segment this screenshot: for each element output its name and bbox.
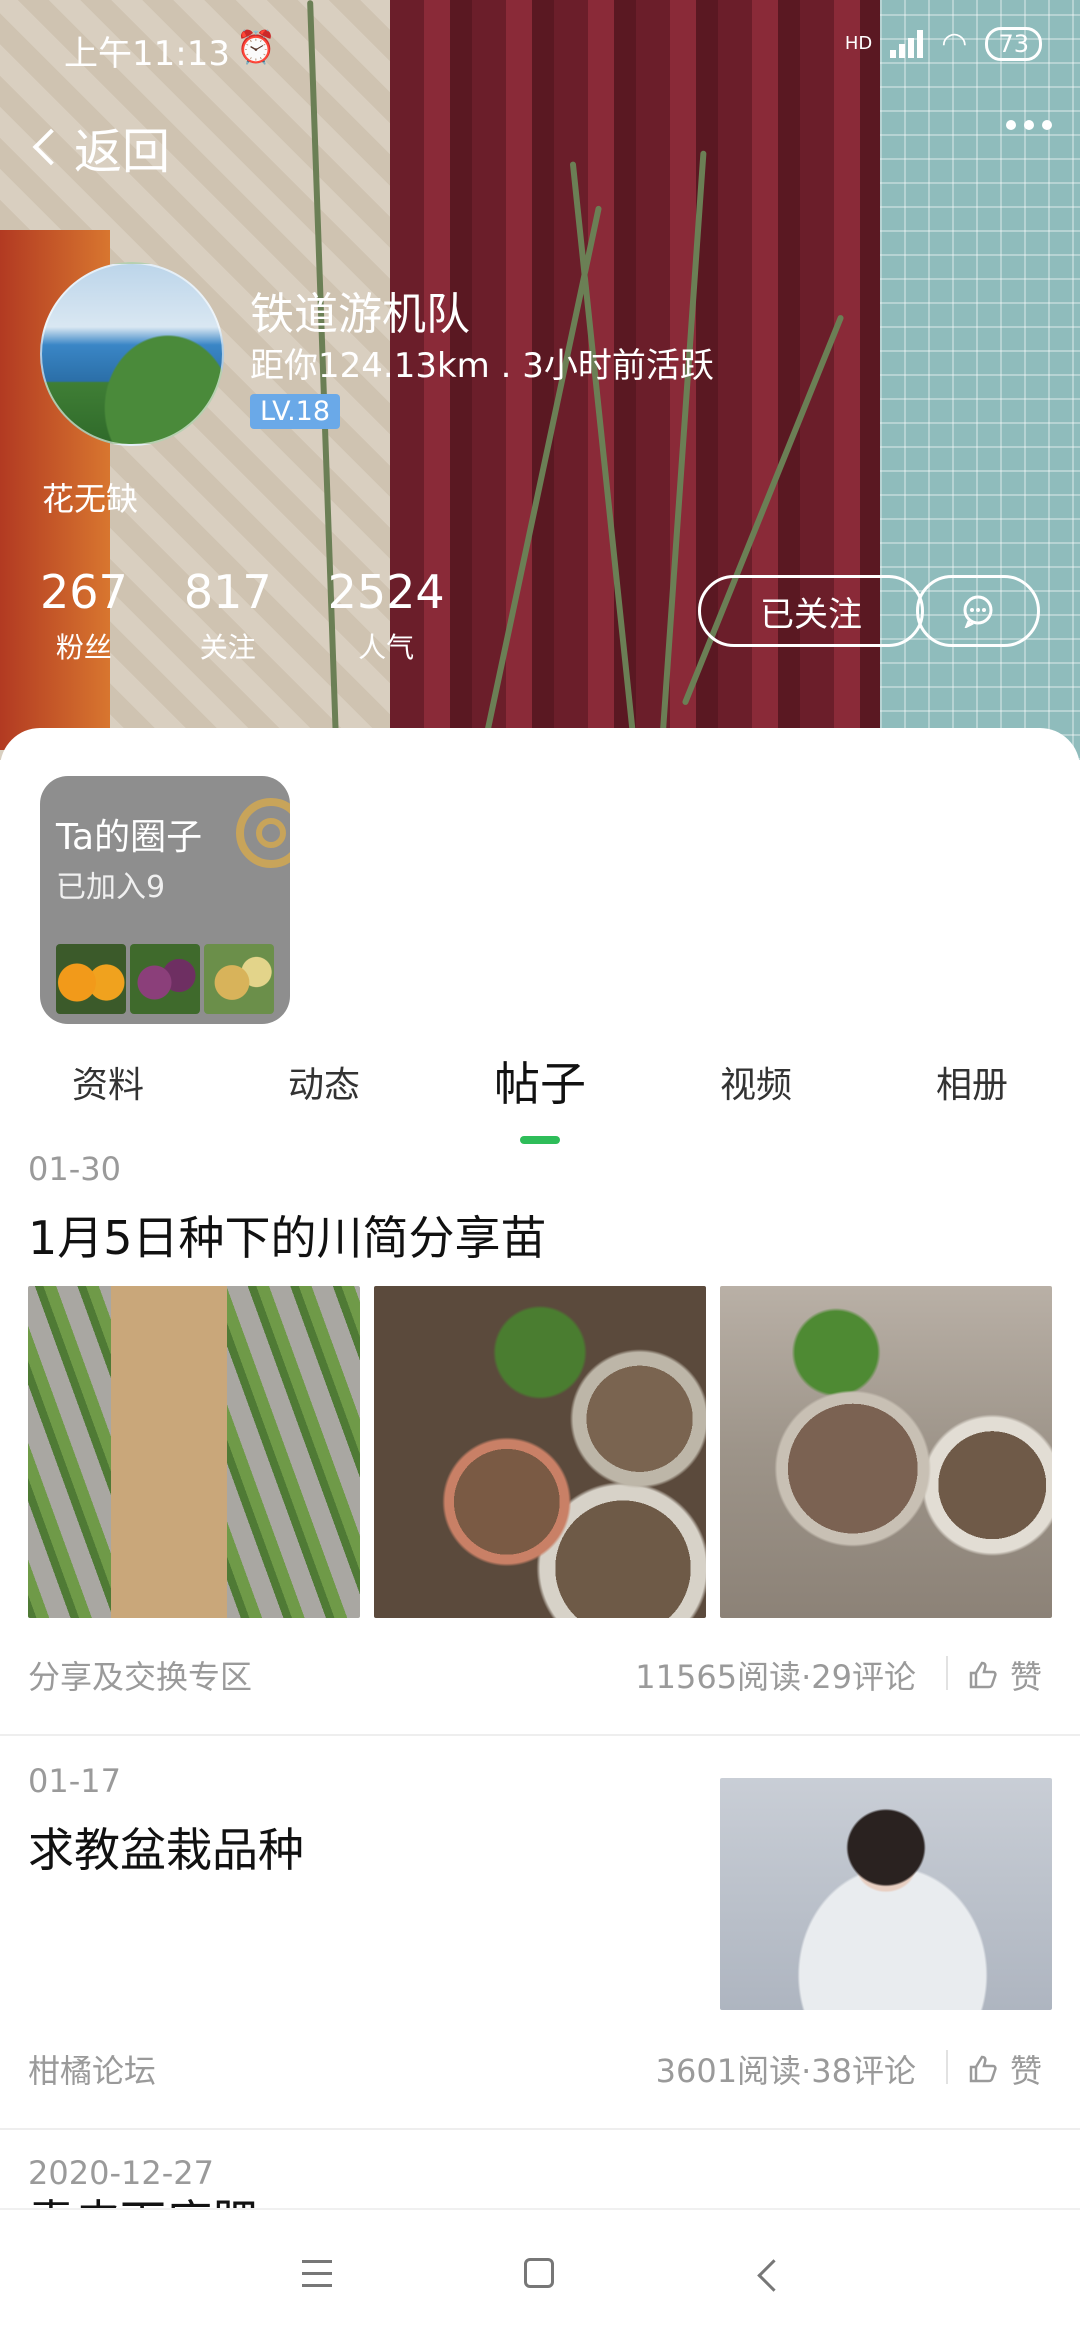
back-button[interactable]: 返回 — [28, 112, 170, 182]
home-icon[interactable] — [524, 2258, 554, 2288]
stat-label: 粉丝 — [55, 631, 112, 664]
profile-header: 上午11:13 ⏰ HD ◠ 73 返回 铁道游机队 距你124.13km . … — [0, 0, 1080, 760]
like-label: 赞 — [1010, 2052, 1043, 2090]
circle-card[interactable]: Ta的圈子 已加入9 — [40, 776, 290, 1024]
stat-value: 2524 — [327, 565, 445, 619]
stat-popularity: 2524 人气 — [328, 564, 445, 666]
post-title: 求教盆栽品种 — [28, 1823, 304, 1877]
back-label: 返回 — [74, 124, 171, 180]
back-icon[interactable] — [757, 2259, 790, 2292]
tab-albums[interactable]: 相册 — [936, 1056, 1008, 1108]
divider — [0, 2128, 1080, 2130]
divider — [0, 1734, 1080, 1736]
signal-icon — [890, 29, 924, 58]
stat-label: 人气 — [358, 631, 415, 664]
post-date: 01-30 — [28, 1150, 121, 1188]
post-stats: 3601阅读·38评论 — [655, 2052, 916, 2090]
alarm-icon: ⏰ — [236, 28, 276, 66]
status-time: 上午11:13 — [64, 34, 230, 74]
divider — [946, 1656, 948, 1690]
post-photo[interactable] — [720, 1778, 1052, 2010]
wifi-icon: ◠ — [941, 26, 968, 61]
tab-videos[interactable]: 视频 — [720, 1056, 792, 1108]
like-button[interactable]: 赞 — [968, 1652, 1042, 1698]
profile-tabs: 资料 动态 帖子 视频 相册 — [0, 1056, 1080, 1144]
circle-joined-count: 已加入9 — [56, 870, 166, 905]
stat-followers[interactable]: 267 粉丝 — [40, 564, 128, 666]
post-photo[interactable] — [28, 1286, 360, 1618]
stat-following[interactable]: 817 关注 — [184, 564, 272, 666]
user-meta: 距你124.13km . 3小时前活跃 — [250, 346, 714, 386]
status-bar: 上午11:13 ⏰ HD ◠ 73 — [0, 0, 1080, 96]
network-type-label: HD — [844, 33, 873, 54]
more-options-icon[interactable] — [1006, 120, 1052, 130]
stat-label: 关注 — [199, 631, 256, 664]
tab-activity[interactable]: 动态 — [288, 1056, 360, 1108]
post-date: 01-17 — [28, 1762, 121, 1800]
menu-icon[interactable] — [302, 2260, 332, 2288]
circle-thumbnail — [130, 944, 200, 1014]
circle-thumbnails — [56, 944, 274, 1014]
post-forum[interactable]: 分享及交换专区 — [28, 1652, 252, 1698]
level-badge: LV.18 — [250, 394, 341, 429]
status-indicators: HD ◠ 73 — [845, 26, 1042, 61]
chevron-left-icon — [32, 128, 70, 166]
system-nav-bar — [0, 2208, 1080, 2342]
post-photo[interactable] — [720, 1286, 1052, 1618]
content-panel: Ta的圈子 已加入9 资料 动态 帖子 视频 相册 01-30 1月5日种下的川… — [0, 728, 1080, 2208]
battery-indicator: 73 — [985, 26, 1042, 61]
profile-stats: 267 粉丝 817 关注 2524 人气 — [40, 564, 445, 666]
tab-posts[interactable]: 帖子 — [494, 1048, 586, 1114]
post-title: 1月5日种下的川简分享苗 — [28, 1211, 547, 1265]
follow-button[interactable]: 已关注 — [698, 575, 924, 647]
circle-thumbnail — [204, 944, 274, 1014]
message-button[interactable] — [916, 575, 1040, 647]
circle-logo-icon — [236, 798, 290, 868]
stat-value: 267 — [40, 565, 128, 619]
active-tab-indicator — [520, 1136, 560, 1144]
circle-title: Ta的圈子 — [56, 817, 203, 858]
post-title: 青皮下底肥 — [28, 2186, 258, 2208]
like-button[interactable]: 赞 — [968, 2046, 1042, 2092]
avatar[interactable] — [40, 262, 224, 446]
circle-thumbnail — [56, 944, 126, 1014]
thumbs-up-icon — [969, 1661, 997, 1689]
post-photo[interactable] — [374, 1286, 706, 1618]
like-label: 赞 — [1010, 1658, 1043, 1696]
nickname: 花无缺 — [42, 480, 139, 518]
post-stats: 11565阅读·29评论 — [635, 1658, 916, 1696]
stat-value: 817 — [183, 565, 272, 619]
divider — [946, 2050, 948, 2084]
thumbs-up-icon — [969, 2055, 997, 2083]
post-forum[interactable]: 柑橘论坛 — [28, 2046, 156, 2092]
username: 铁道游机队 — [250, 289, 470, 340]
tab-profile[interactable]: 资料 — [72, 1056, 144, 1108]
chat-bubble-icon — [963, 595, 993, 628]
